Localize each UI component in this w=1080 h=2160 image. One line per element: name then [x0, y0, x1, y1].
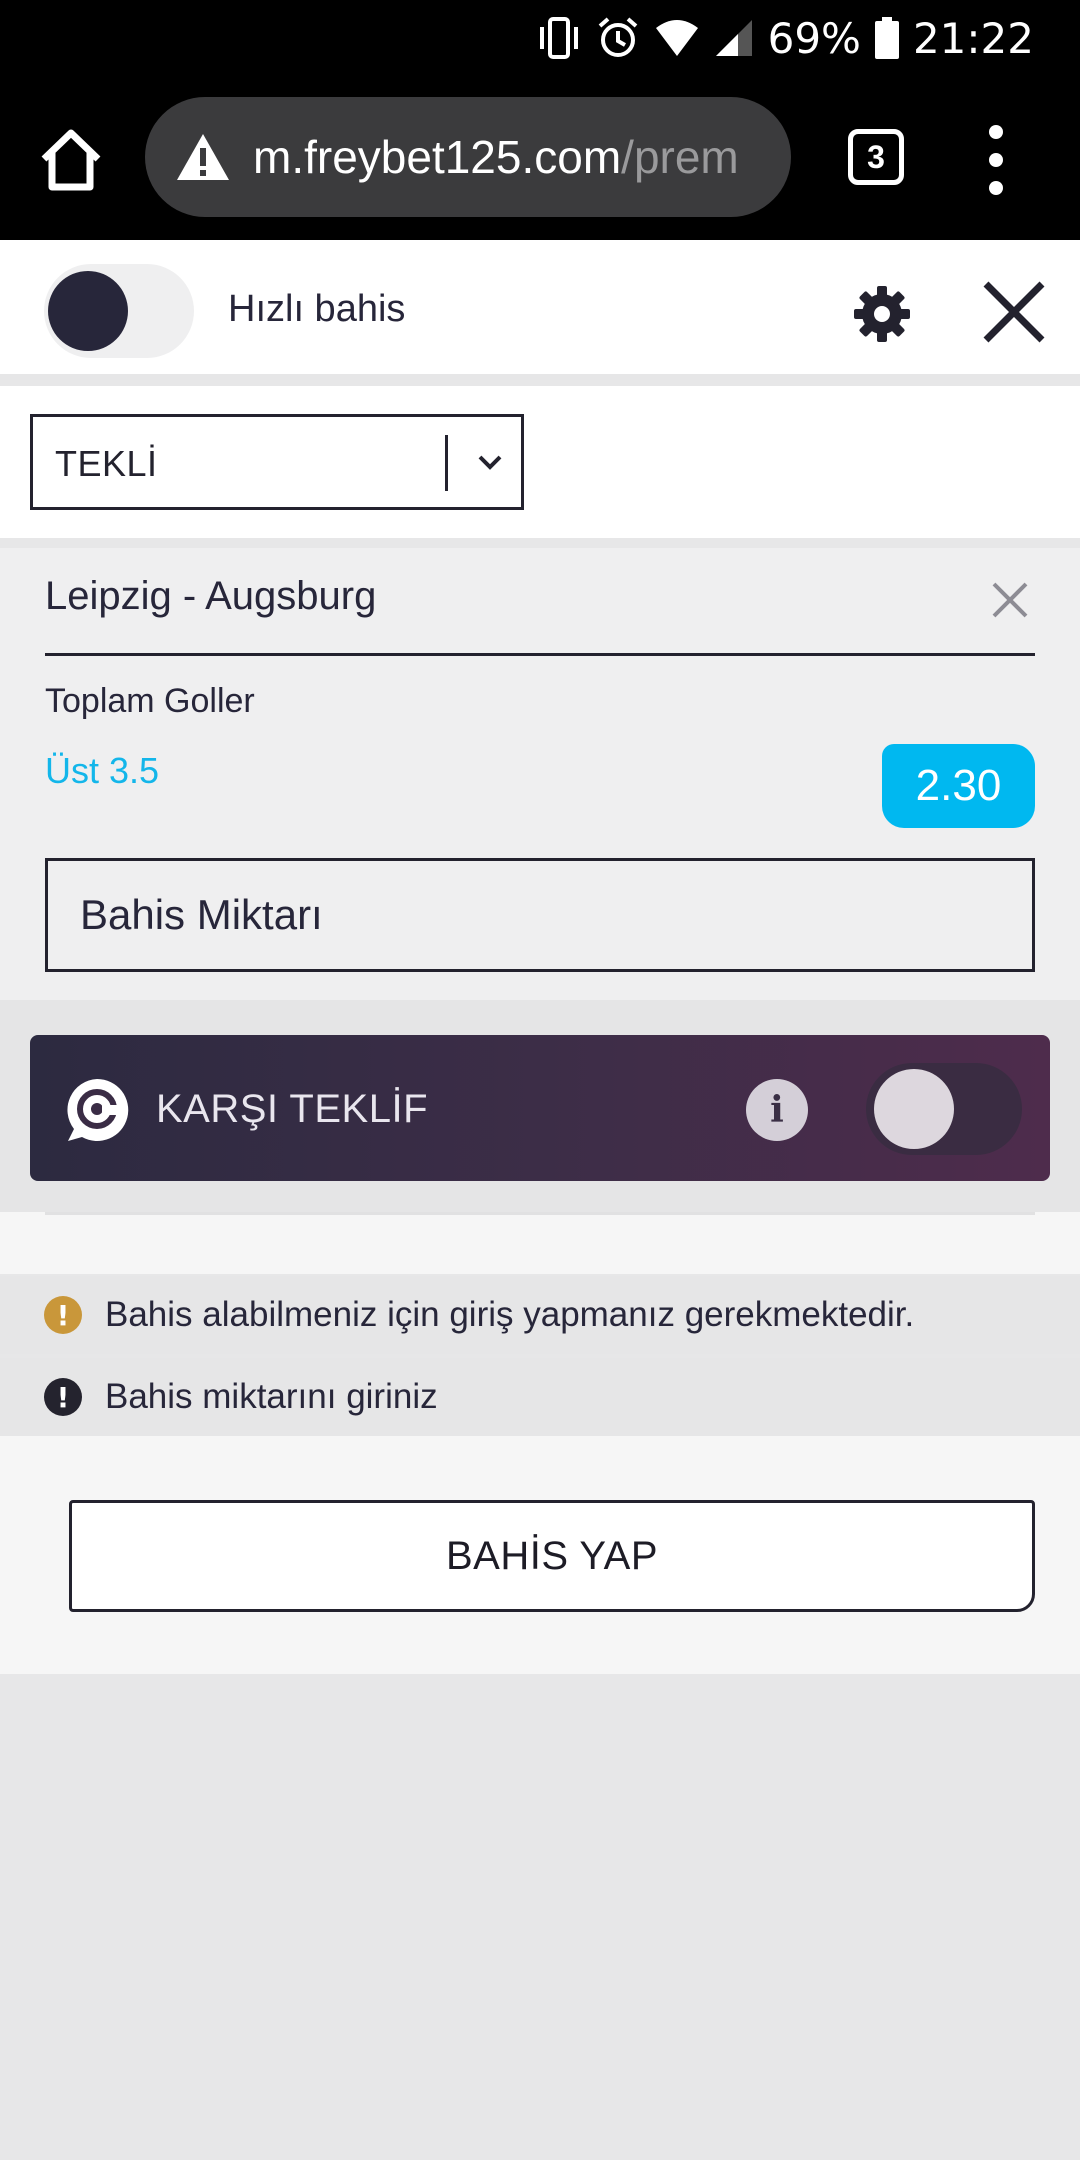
- close-icon[interactable]: [980, 278, 1048, 346]
- toggle-knob: [874, 1069, 954, 1149]
- clock: 21:22: [912, 13, 1034, 63]
- battery-icon: [874, 17, 899, 59]
- login-warning-message: ! Bahis alabilmeniz için giriş yapmanız …: [0, 1276, 1080, 1354]
- divider: [45, 653, 1035, 656]
- place-bet-button[interactable]: BAHİS YAP: [69, 1500, 1035, 1612]
- warning-icon: !: [44, 1296, 82, 1334]
- stake-error-message: ! Bahis miktarını giriniz: [0, 1358, 1080, 1436]
- url-bar[interactable]: m.freybet125.com/prem: [145, 97, 791, 217]
- match-title: Leipzig - Augsburg: [45, 574, 377, 618]
- overflow-menu-icon[interactable]: [984, 125, 1008, 195]
- warning-icon[interactable]: [175, 132, 231, 182]
- select-divider: [445, 435, 448, 491]
- vibrate-icon: [539, 17, 578, 59]
- bet-type-section: TEKLİ: [0, 386, 1080, 538]
- message-text: Bahis miktarını giriniz: [105, 1377, 438, 1416]
- url-domain: m.freybet125.com: [253, 131, 622, 183]
- message-text: Bahis alabilmeniz için giriş yapmanız ge…: [105, 1295, 915, 1334]
- divider: [45, 1212, 1035, 1215]
- stake-input[interactable]: [45, 858, 1035, 972]
- tab-switcher-button[interactable]: 3: [848, 129, 904, 185]
- gear-icon[interactable]: [850, 282, 914, 346]
- url-text[interactable]: m.freybet125.com/prem: [253, 130, 739, 184]
- action-area: BAHİS YAP: [0, 1436, 1080, 1674]
- quick-bet-label: Hızlı bahis: [228, 288, 406, 330]
- counter-offer-toggle[interactable]: [866, 1063, 1022, 1155]
- url-path: /prem: [621, 131, 739, 183]
- menu-dot: [989, 153, 1003, 167]
- selection-name: Üst 3.5: [45, 750, 160, 791]
- browser-toolbar: m.freybet125.com/prem 3: [0, 75, 1080, 240]
- betslip-header: Hızlı bahis: [0, 240, 1080, 380]
- chevron-down-icon[interactable]: [473, 445, 507, 479]
- menu-dot: [989, 125, 1003, 139]
- alarm-icon: [598, 17, 637, 57]
- home-icon[interactable]: [36, 125, 106, 195]
- odds-badge: 2.30: [882, 744, 1035, 828]
- info-icon[interactable]: i: [746, 1079, 808, 1141]
- status-icons: 69% 21:22: [536, 10, 1034, 66]
- remove-bet-icon[interactable]: [990, 580, 1030, 620]
- market-name: Toplam Goller: [45, 682, 255, 720]
- bet-type-value: TEKLİ: [55, 443, 158, 484]
- separator-strip: [0, 1212, 1080, 1274]
- signal-icon: [715, 20, 752, 56]
- status-bar: 69% 21:22: [0, 0, 1080, 75]
- toggle-knob: [48, 271, 128, 351]
- counter-offer-label: KARŞI TEKLİF: [156, 1087, 429, 1131]
- menu-dot: [989, 181, 1003, 195]
- quick-bet-toggle[interactable]: [44, 264, 194, 358]
- battery-level: 69%: [767, 13, 861, 63]
- bet-type-select[interactable]: TEKLİ: [30, 414, 524, 510]
- counter-offer-section: KARŞI TEKLİF i: [0, 1000, 1080, 1212]
- error-icon: !: [44, 1378, 82, 1416]
- bet-card: Leipzig - Augsburg Toplam Goller Üst 3.5…: [0, 548, 1080, 1000]
- counter-offer-logo-icon: [67, 1078, 129, 1141]
- wifi-icon: [655, 20, 698, 56]
- counter-offer-bar: KARŞI TEKLİF i: [30, 1035, 1050, 1181]
